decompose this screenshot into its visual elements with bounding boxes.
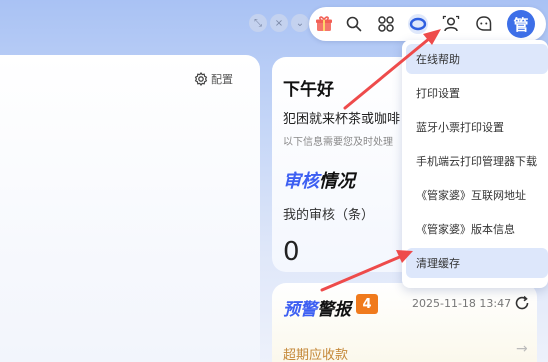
- config-link[interactable]: 配置: [194, 71, 233, 87]
- menu-item-internet-address[interactable]: 《管家婆》互联网地址: [406, 180, 548, 210]
- config-label: 配置: [211, 73, 233, 86]
- search-icon[interactable]: [343, 13, 365, 35]
- greeting-title: 下午好: [283, 80, 334, 100]
- help-dropdown-menu: 在线帮助 打印设置 蓝牙小票打印设置 手机端云打印管理器下载 《管家婆》互联网地…: [402, 40, 548, 288]
- window-controls: ⤡ × ⌄: [249, 14, 309, 32]
- alert-title-part1: 预警: [283, 300, 317, 320]
- overdue-receivables-link[interactable]: 超期应收款: [283, 344, 348, 362]
- alert-title: 预警警报: [283, 295, 351, 320]
- alert-timestamp: 2025-11-18 13:47: [412, 297, 512, 310]
- gift-icon[interactable]: [313, 13, 335, 35]
- close-icon[interactable]: ×: [270, 14, 288, 32]
- greeting-hint: 以下信息需要您及时处理: [283, 137, 393, 148]
- message-icon[interactable]: [473, 13, 495, 35]
- avatar[interactable]: 管: [507, 10, 535, 38]
- audit-title-part2: 情况: [319, 171, 355, 192]
- top-toolbar: 管: [309, 7, 546, 41]
- menu-item-mobile-print-manager-download[interactable]: 手机端云打印管理器下载: [406, 146, 548, 176]
- alert-count-badge: 4: [356, 294, 378, 314]
- menu-item-print-settings[interactable]: 打印设置: [406, 78, 548, 108]
- audit-title: 审核情况: [283, 167, 355, 193]
- my-audit-label: 我的审核（条）: [283, 208, 375, 223]
- alert-card: 预警警报 4 2025-11-18 13:47 超期应收款 →: [272, 283, 537, 362]
- alert-title-part2: 警报: [317, 300, 351, 320]
- menu-item-version-info[interactable]: 《管家婆》版本信息: [406, 214, 548, 244]
- gear-icon: [194, 72, 208, 86]
- greeting-slogan: 犯困就来杯茶或咖啡: [283, 112, 401, 127]
- refresh-icon[interactable]: [514, 295, 530, 311]
- expand-icon[interactable]: ⤡: [249, 14, 267, 32]
- menu-item-clear-cache[interactable]: 清理缓存: [406, 248, 548, 278]
- menu-item-online-help[interactable]: 在线帮助: [406, 44, 548, 74]
- user-service-icon[interactable]: [440, 13, 462, 35]
- help-center-icon[interactable]: [407, 13, 429, 35]
- apps-icon[interactable]: [375, 13, 397, 35]
- arrow-right-icon[interactable]: →: [516, 341, 528, 357]
- audit-count[interactable]: 0: [283, 237, 300, 267]
- audit-title-part1: 审核: [283, 171, 319, 192]
- left-panel: 配置: [0, 55, 260, 362]
- chevron-down-icon[interactable]: ⌄: [291, 14, 309, 32]
- menu-item-bluetooth-receipt-print[interactable]: 蓝牙小票打印设置: [406, 112, 548, 142]
